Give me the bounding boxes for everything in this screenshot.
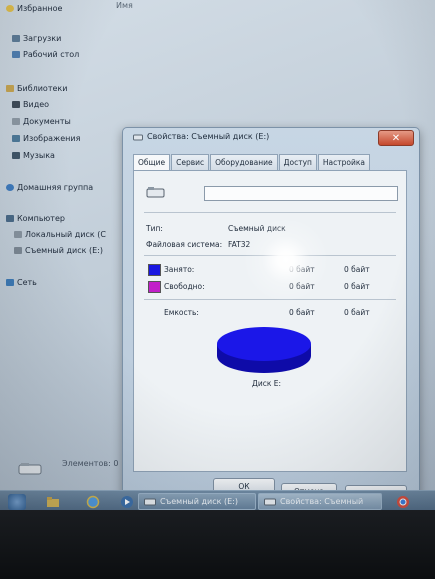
libraries-icon	[6, 85, 14, 92]
used-bytes-value: 0 байт	[289, 265, 315, 274]
nav-label: Избранное	[17, 4, 63, 13]
taskbar-item-label: Съемный диск (E:)	[160, 497, 238, 506]
usb-drive-icon	[18, 463, 42, 475]
nav-label: Домашняя группа	[17, 183, 94, 192]
play-icon	[121, 496, 133, 508]
dialog-titlebar[interactable]: Свойства: Съемный диск (E:)	[133, 132, 269, 141]
folder-icon	[47, 497, 59, 507]
homegroup-icon	[6, 184, 14, 191]
disk-usage-pie	[217, 327, 311, 373]
downloads-folder-icon	[12, 35, 20, 42]
hard-disk-icon	[14, 231, 22, 238]
nav-label: Локальный диск (С	[25, 230, 106, 239]
usb-drive-icon	[146, 187, 165, 198]
usb-drive-icon	[133, 134, 143, 140]
taskbar-item-label: Свойства: Съемный	[280, 497, 364, 506]
drive-name-input[interactable]	[204, 186, 398, 201]
star-icon	[6, 5, 14, 12]
navigation-pane: Избранное Загрузки Рабочий стол Библиоте…	[0, 0, 125, 470]
tab-customize[interactable]: Настройка	[317, 154, 370, 170]
tab-general[interactable]: Общие	[133, 154, 171, 171]
capacity-bytes-value: 0 байт	[289, 308, 315, 317]
capacity-label: Емкость:	[164, 308, 199, 317]
separator	[144, 212, 396, 213]
images-icon	[12, 135, 20, 142]
dialog-title: Свойства: Съемный диск (E:)	[147, 132, 270, 141]
nav-label: Документы	[23, 117, 71, 126]
nav-computer[interactable]: Компьютер	[6, 214, 65, 223]
nav-local-disk[interactable]: Локальный диск (С	[14, 230, 106, 239]
nav-label: Съемный диск (E:)	[25, 246, 103, 255]
taskbar-item-properties[interactable]: Свойства: Съемный	[258, 493, 382, 510]
browser-icon	[397, 496, 409, 508]
used-size-value: 0 байт	[344, 265, 370, 274]
internet-explorer-icon[interactable]	[84, 494, 102, 510]
nav-removable-disk[interactable]: Съемный диск (E:)	[14, 246, 103, 255]
nav-videos[interactable]: Видео	[12, 100, 49, 109]
media-player-icon[interactable]	[118, 494, 136, 510]
screen: Имя Избранное Загрузки Рабочий стол Библ…	[0, 0, 435, 510]
separator	[144, 299, 396, 300]
taskbar-item-removable-disk[interactable]: Съемный диск (E:)	[138, 493, 256, 510]
tab-strip: Общие Сервис Оборудование Доступ Настрой…	[133, 154, 371, 171]
nav-label: Компьютер	[17, 214, 65, 223]
nav-label: Изображения	[23, 134, 81, 143]
video-icon	[12, 101, 20, 108]
monitor-bezel	[0, 510, 435, 579]
music-icon	[12, 152, 20, 159]
taskbar: Съемный диск (E:) Свойства: Съемный	[0, 490, 435, 510]
nav-libraries[interactable]: Библиотеки	[6, 84, 67, 93]
nav-label: Видео	[23, 100, 50, 109]
free-bytes-value: 0 байт	[289, 282, 315, 291]
free-color-swatch	[148, 281, 161, 293]
properties-dialog: Свойства: Съемный диск (E:) ✕ Общие Серв…	[122, 127, 420, 501]
start-orb-icon[interactable]	[8, 494, 26, 510]
globe-icon	[86, 495, 100, 509]
tab-sharing[interactable]: Доступ	[278, 154, 317, 170]
free-size-value: 0 байт	[344, 282, 370, 291]
nav-label: Сеть	[17, 278, 37, 287]
usb-drive-icon	[144, 498, 156, 505]
nav-desktop[interactable]: Рабочий стол	[12, 50, 79, 59]
used-label: Занято:	[164, 265, 195, 274]
chrome-icon[interactable]	[394, 494, 412, 510]
desktop-icon	[12, 51, 20, 58]
nav-downloads[interactable]: Загрузки	[12, 34, 61, 43]
free-label: Свободно:	[164, 282, 205, 291]
close-button[interactable]: ✕	[378, 130, 414, 146]
network-icon	[6, 279, 14, 286]
nav-label: Библиотеки	[17, 84, 68, 93]
filesystem-label: Файловая система:	[146, 240, 223, 249]
type-label: Тип:	[146, 224, 163, 233]
nav-label: Загрузки	[23, 34, 62, 43]
nav-documents[interactable]: Документы	[12, 117, 71, 126]
used-color-swatch	[148, 264, 161, 276]
nav-network[interactable]: Сеть	[6, 278, 37, 287]
computer-icon	[6, 215, 14, 222]
disk-letter-label: Диск E:	[252, 379, 282, 388]
status-item-count: Элементов: 0	[62, 459, 119, 468]
close-icon: ✕	[391, 132, 401, 144]
filesystem-value: FAT32	[228, 240, 251, 249]
separator	[144, 255, 396, 256]
nav-homegroup[interactable]: Домашняя группа	[6, 183, 93, 192]
documents-icon	[12, 118, 20, 125]
nav-label: Рабочий стол	[23, 50, 80, 59]
tab-hardware[interactable]: Оборудование	[210, 154, 278, 170]
nav-favorites[interactable]: Избранное	[6, 4, 62, 13]
nav-label: Музыка	[23, 151, 55, 160]
nav-images[interactable]: Изображения	[12, 134, 80, 143]
type-value: Съемный диск	[228, 224, 286, 233]
tab-service[interactable]: Сервис	[171, 154, 210, 170]
explorer-icon[interactable]	[44, 494, 62, 510]
nav-music[interactable]: Музыка	[12, 151, 55, 160]
usb-drive-icon	[14, 247, 22, 254]
capacity-size-value: 0 байт	[344, 308, 370, 317]
general-panel: Тип: Съемный диск Файловая система: FAT3…	[133, 170, 407, 472]
usb-drive-icon	[264, 498, 276, 505]
